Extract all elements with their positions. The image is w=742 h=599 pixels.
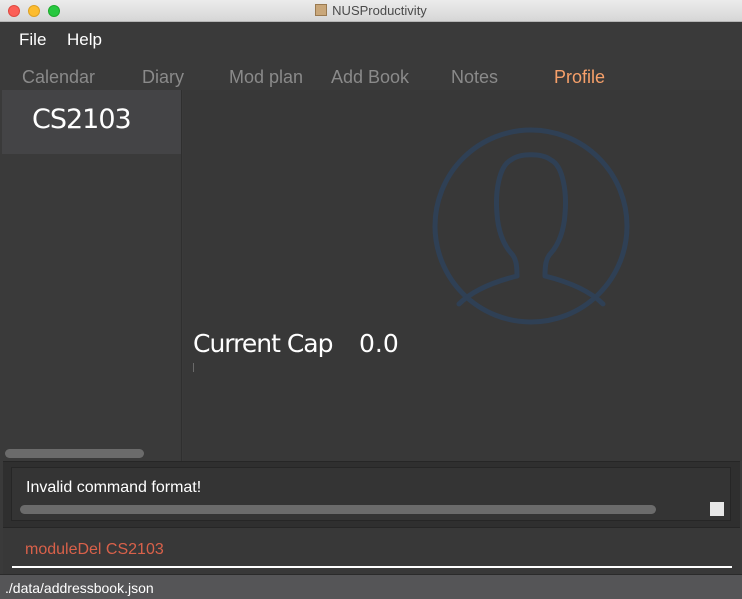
- tab-diary[interactable]: Diary: [142, 67, 184, 88]
- result-scroll-corner: [710, 502, 724, 516]
- tab-add-book[interactable]: Add Book: [331, 67, 409, 88]
- menu-help[interactable]: Help: [67, 30, 102, 50]
- sidebar-item-label: CS2103: [32, 104, 132, 135]
- current-cap-label: Current Cap: [193, 329, 333, 358]
- result-horizontal-scrollbar[interactable]: [20, 505, 656, 514]
- tab-notes[interactable]: Notes: [451, 67, 498, 88]
- user-silhouette-icon: [432, 127, 630, 325]
- storage-path: ./data/addressbook.json: [5, 580, 154, 596]
- sidebar-item-module[interactable]: CS2103: [2, 90, 181, 154]
- command-box: [3, 527, 740, 574]
- sidebar-horizontal-scrollbar[interactable]: [5, 449, 144, 458]
- app-icon: [315, 4, 328, 16]
- status-bar: ./data/addressbook.json: [0, 574, 742, 599]
- tab-bar: Calendar Diary Mod plan Add Book Notes P…: [0, 58, 742, 90]
- window-titlebar[interactable]: NUSProductivity: [0, 0, 742, 22]
- current-cap-value: 0.0: [359, 329, 399, 358]
- command-input[interactable]: [12, 534, 732, 568]
- module-sidebar: CS2103: [0, 90, 182, 461]
- text-cursor: [193, 363, 194, 372]
- result-message: Invalid command format!: [26, 479, 202, 496]
- result-display-area: Invalid command format!: [3, 461, 740, 527]
- profile-panel: Current Cap 0.0: [183, 90, 742, 461]
- tab-calendar[interactable]: Calendar: [22, 67, 95, 88]
- menu-bar: File Help: [0, 22, 742, 58]
- tab-profile[interactable]: Profile: [554, 67, 605, 88]
- window-title-text: NUSProductivity: [332, 3, 427, 18]
- tab-mod-plan[interactable]: Mod plan: [229, 67, 303, 88]
- menu-file[interactable]: File: [19, 30, 46, 50]
- result-display: Invalid command format!: [11, 467, 731, 521]
- window-title: NUSProductivity: [0, 3, 742, 18]
